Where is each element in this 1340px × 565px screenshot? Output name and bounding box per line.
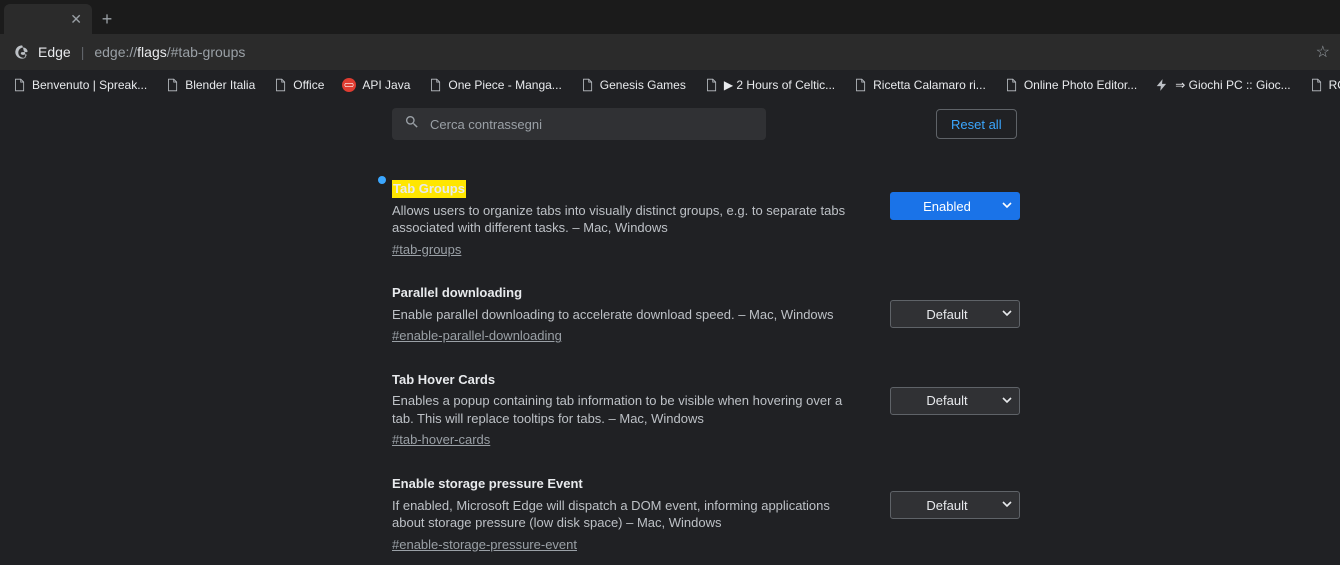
flag-info: Tab Hover Cards Enables a popup containin…	[392, 371, 852, 449]
flag-title: Tab Groups	[392, 180, 466, 198]
doc-icon	[273, 78, 287, 92]
flag-info: Parallel downloading Enable parallel down…	[392, 284, 852, 345]
flag-description: Enable parallel downloading to accelerat…	[392, 307, 834, 322]
search-icon	[404, 114, 420, 135]
flag-anchor[interactable]: #enable-parallel-downloading	[392, 327, 562, 345]
url-display[interactable]: edge://flags/#tab-groups	[94, 44, 245, 60]
flag-anchor[interactable]: #enable-storage-pressure-event	[392, 536, 577, 554]
tab-strip: ✕ +	[0, 0, 1340, 34]
doc-icon	[1004, 78, 1018, 92]
flag-select-wrap: DefaultEnabledDisabled	[890, 192, 1020, 220]
flag-info: Tab Groups Allows users to organize tabs …	[392, 180, 852, 258]
bookmark-label: Blender Italia	[185, 78, 255, 92]
search-box[interactable]	[392, 108, 766, 140]
page-content: Reset all Tab Groups Allows users to orga…	[0, 100, 1340, 565]
flag-select[interactable]: DefaultEnabledDisabled	[890, 491, 1020, 519]
bookmark-item[interactable]: Genesis Games	[572, 74, 694, 96]
doc-icon	[853, 78, 867, 92]
bookmark-label: API Java	[362, 78, 410, 92]
doc-icon	[1309, 78, 1323, 92]
doc-icon	[580, 78, 594, 92]
flag-title: Tab Hover Cards	[392, 371, 495, 389]
flag-row: Enable storage pressure Event If enabled,…	[392, 467, 1020, 565]
browser-tab[interactable]: ✕	[4, 4, 92, 34]
flag-description: If enabled, Microsoft Edge will dispatch…	[392, 498, 830, 531]
bookmark-item[interactable]: ⇒ Giochi PC :: Gioc...	[1147, 74, 1298, 96]
flag-row: Tab Hover Cards Enables a popup containin…	[392, 363, 1020, 467]
favorite-icon[interactable]: ☆	[1316, 42, 1330, 62]
doc-icon	[704, 78, 718, 92]
flag-select-wrap: DefaultEnabledDisabled	[890, 491, 1020, 519]
bookmark-item[interactable]: Blender Italia	[157, 74, 263, 96]
flags-list: Tab Groups Allows users to organize tabs …	[392, 172, 1020, 565]
reset-all-button[interactable]: Reset all	[936, 109, 1017, 139]
bookmark-item[interactable]: ROM	[1301, 74, 1340, 96]
bookmarks-bar: Benvenuto | Spreak... Blender Italia Offic…	[0, 70, 1340, 100]
flag-select[interactable]: DefaultEnabledDisabled	[890, 300, 1020, 328]
bookmark-label: ▶ 2 Hours of Celtic...	[724, 78, 835, 92]
bookmark-label: Online Photo Editor...	[1024, 78, 1137, 92]
close-icon[interactable]: ✕	[70, 11, 82, 28]
top-row: Reset all	[392, 100, 1020, 148]
bookmark-label: Genesis Games	[600, 78, 686, 92]
flag-select[interactable]: DefaultEnabledDisabled	[890, 387, 1020, 415]
bookmark-label: ROM	[1329, 78, 1340, 92]
separator: |	[81, 44, 85, 60]
doc-icon	[12, 78, 26, 92]
doc-icon	[165, 78, 179, 92]
oracle-icon	[342, 78, 356, 92]
flag-select-wrap: DefaultEnabledDisabled	[890, 387, 1020, 415]
modified-dot-icon	[378, 176, 386, 184]
url-host: flags	[137, 44, 167, 60]
bookmark-item[interactable]: ▶ 2 Hours of Celtic...	[696, 74, 843, 96]
bookmark-item[interactable]: Online Photo Editor...	[996, 74, 1145, 96]
search-input[interactable]	[430, 117, 754, 132]
doc-icon	[428, 78, 442, 92]
edge-icon	[14, 44, 30, 60]
flag-anchor[interactable]: #tab-hover-cards	[392, 431, 490, 449]
bookmark-label: Ricetta Calamaro ri...	[873, 78, 986, 92]
flag-anchor[interactable]: #tab-groups	[392, 241, 461, 259]
flag-select[interactable]: DefaultEnabledDisabled	[890, 192, 1020, 220]
bookmark-label: One Piece - Manga...	[448, 78, 561, 92]
bookmark-label: ⇒ Giochi PC :: Gioc...	[1175, 78, 1290, 92]
flag-row: Tab Groups Allows users to organize tabs …	[392, 172, 1020, 276]
flag-row: Parallel downloading Enable parallel down…	[392, 276, 1020, 363]
new-tab-button[interactable]: +	[92, 4, 122, 34]
flag-title: Enable storage pressure Event	[392, 475, 583, 493]
flag-title: Parallel downloading	[392, 284, 522, 302]
bookmark-item[interactable]: One Piece - Manga...	[420, 74, 569, 96]
bookmark-item[interactable]: Ricetta Calamaro ri...	[845, 74, 994, 96]
bookmark-label: Office	[293, 78, 324, 92]
bookmark-item[interactable]: Benvenuto | Spreak...	[4, 74, 155, 96]
url-protocol: edge://	[94, 44, 137, 60]
brand-label: Edge	[38, 44, 71, 60]
bookmark-label: Benvenuto | Spreak...	[32, 78, 147, 92]
flag-info: Enable storage pressure Event If enabled,…	[392, 475, 852, 553]
flag-description: Allows users to organize tabs into visua…	[392, 203, 845, 236]
address-bar: Edge | edge://flags/#tab-groups ☆	[0, 34, 1340, 70]
flag-select-wrap: DefaultEnabledDisabled	[890, 300, 1020, 328]
bookmark-item[interactable]: Office	[265, 74, 332, 96]
flag-description: Enables a popup containing tab informati…	[392, 393, 842, 426]
url-path: /#tab-groups	[167, 44, 246, 60]
bookmark-item[interactable]: API Java	[334, 74, 418, 96]
lightning-icon	[1155, 78, 1169, 92]
